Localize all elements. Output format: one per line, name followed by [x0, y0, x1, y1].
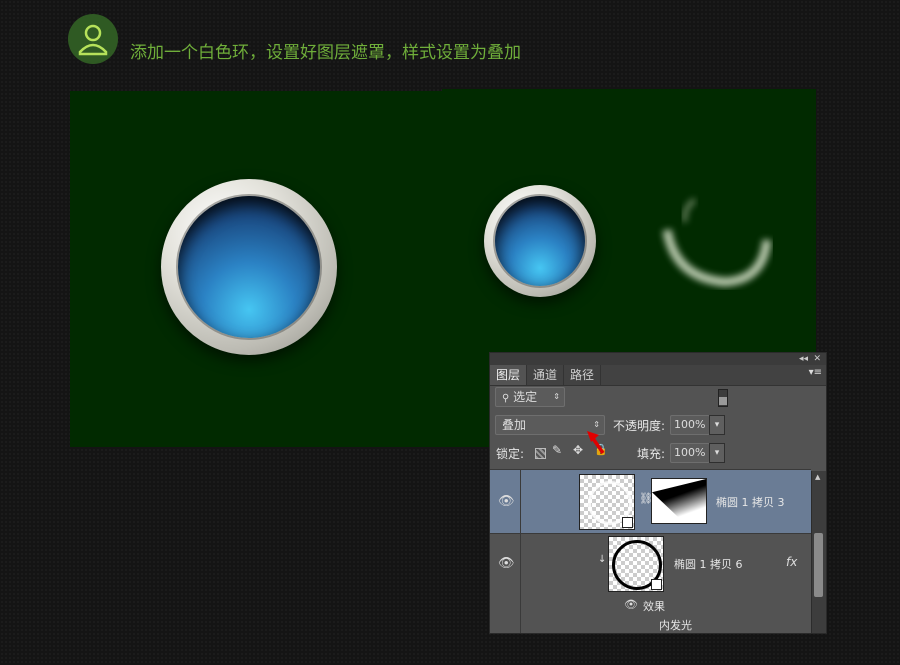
lock-position-icon[interactable]: ✥ — [573, 443, 583, 457]
button-preview-small — [484, 185, 596, 297]
layer-row-selected[interactable]: 👁 ⛓ 椭圆 1 拷贝 3 — [490, 469, 811, 533]
blend-mode-value: 叠加 — [502, 418, 527, 432]
layer-thumbnail[interactable] — [579, 474, 635, 530]
fill-input[interactable]: 100% — [670, 443, 710, 463]
clip-arrow-icon: ↓ — [598, 554, 607, 565]
smart-object-icon — [651, 579, 662, 590]
filter-toggle[interactable] — [718, 389, 728, 407]
opacity-label: 不透明度: — [613, 419, 666, 433]
panel-menu-icon[interactable]: ▾≡ — [809, 367, 822, 378]
effects-label: 效果 — [643, 600, 665, 613]
panel-titlebar: ◂◂ ✕ — [490, 353, 826, 365]
opacity-value: 100% — [674, 418, 706, 431]
chevron-updown-icon: ⇕ — [553, 392, 560, 401]
tab-channels[interactable]: 通道 — [527, 365, 565, 385]
red-arrow-icon — [587, 431, 605, 454]
layer-thumbnail[interactable] — [608, 536, 664, 592]
eye-icon[interactable]: 👁 — [624, 598, 638, 611]
lock-label: 锁定: — [496, 447, 525, 461]
tab-paths[interactable]: 路径 — [564, 365, 602, 385]
layer-mask-thumbnail[interactable] — [651, 478, 707, 524]
eye-icon[interactable]: 👁 — [498, 556, 515, 571]
effect-inner-glow[interactable]: 内发光 — [659, 617, 692, 633]
canvas-preview-right-lower — [442, 353, 490, 447]
fill-label: 填充: — [637, 447, 666, 461]
layers-scrollbar[interactable]: ▲ — [811, 471, 826, 633]
tab-layers[interactable]: 图层 — [490, 365, 528, 385]
button-preview-large — [161, 179, 337, 355]
opacity-input[interactable]: 100% — [670, 415, 710, 435]
white-ring-masked-preview — [662, 197, 772, 287]
layers-panel: ◂◂ ✕ 图层 通道 路径 ▾≡ ⚲ 选定 ⇕ 叠加 ⇕ 不透明度: 100% … — [489, 352, 827, 634]
layer-name[interactable]: 椭圆 1 拷贝 6 — [674, 556, 743, 572]
step-title: 添加一个白色环，设置好图层遮罩，样式设置为叠加 — [130, 43, 521, 63]
fx-icon[interactable]: fx — [786, 555, 797, 569]
layer-row[interactable]: 👁 ↓ 椭圆 1 拷贝 6 fx 👁 效果 内发光 — [490, 533, 811, 633]
layer-name[interactable]: 椭圆 1 拷贝 3 — [716, 494, 785, 510]
opacity-dropdown-button[interactable]: ▾ — [709, 415, 725, 435]
smart-object-icon — [622, 517, 633, 528]
eye-icon[interactable]: 👁 — [498, 494, 515, 509]
lock-transparent-icon[interactable] — [535, 448, 546, 459]
step-user-icon — [68, 14, 118, 64]
scroll-thumb[interactable] — [814, 533, 823, 597]
filter-select[interactable]: ⚲ 选定 ⇕ — [495, 387, 565, 407]
search-icon: ⚲ — [502, 393, 510, 404]
collapse-icon[interactable]: ◂◂ — [799, 353, 808, 365]
fill-value: 100% — [674, 446, 706, 459]
filter-label: 选定 — [513, 390, 538, 404]
close-icon[interactable]: ✕ — [813, 353, 821, 365]
lock-paint-icon[interactable]: ✎ — [552, 443, 562, 457]
panel-tabs: 图层 通道 路径 ▾≡ — [490, 365, 826, 386]
fill-dropdown-button[interactable]: ▾ — [709, 443, 725, 463]
scroll-up-icon[interactable]: ▲ — [815, 473, 820, 481]
